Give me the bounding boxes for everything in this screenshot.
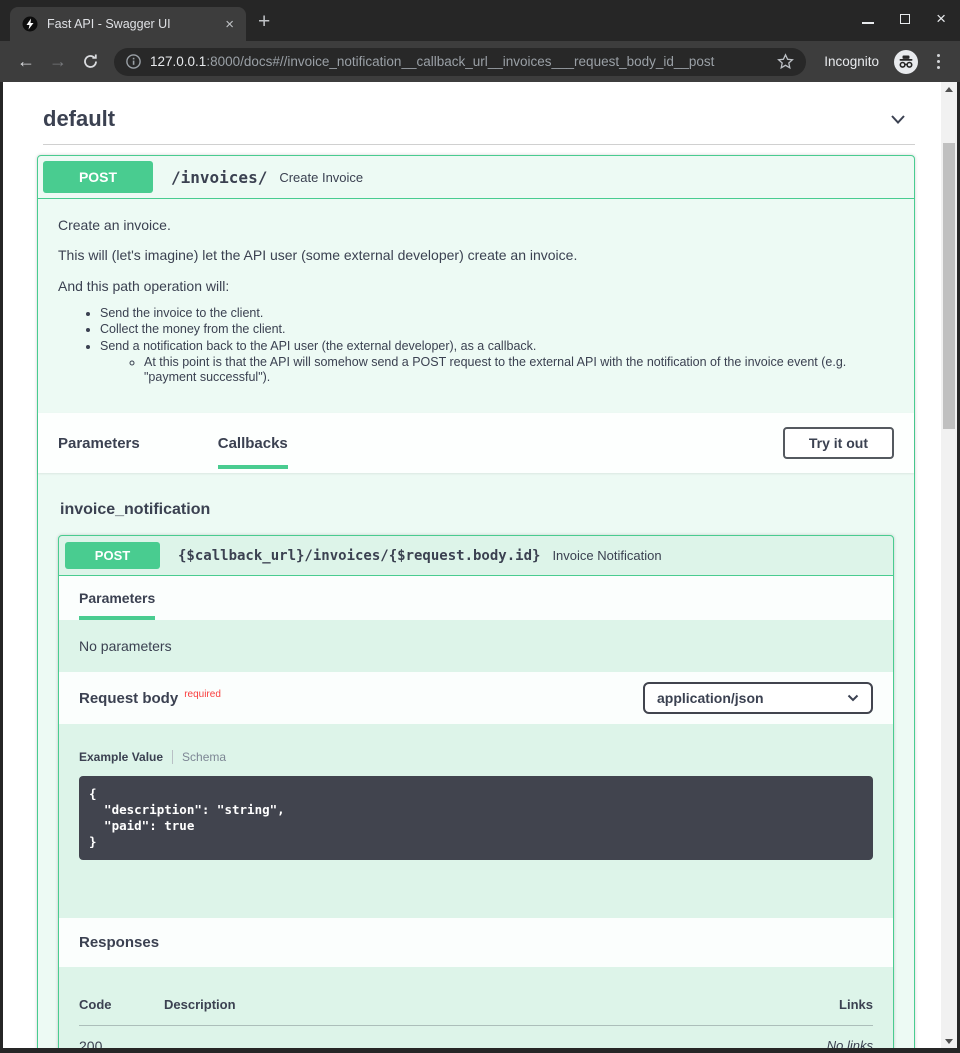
content-type-value: application/json — [657, 690, 764, 706]
tab-callbacks[interactable]: Callbacks — [218, 435, 288, 452]
callback-name: invoice_notification — [60, 501, 894, 519]
no-parameters-text: No parameters — [59, 620, 893, 672]
scroll-down-arrow[interactable] — [941, 1034, 957, 1048]
operation-description: Create an invoice. This will (let's imag… — [38, 199, 914, 413]
url-bar[interactable]: 127.0.0.1:8000/docs#//invoice_notificati… — [114, 48, 806, 76]
response-links: No links — [827, 1038, 873, 1048]
tab-title: Fast API - Swagger UI — [47, 17, 212, 31]
forward-button[interactable]: → — [44, 48, 72, 76]
maximize-button[interactable] — [900, 14, 910, 24]
chevron-down-icon[interactable] — [887, 108, 909, 130]
list-item: At this point is that the API will someh… — [144, 355, 884, 385]
description-paragraph: Create an invoice. — [58, 215, 894, 235]
try-it-out-button[interactable]: Try it out — [783, 427, 894, 459]
callback-summary-text: Invoice Notification — [550, 548, 661, 563]
list-item: Collect the money from the client. — [100, 322, 894, 336]
operation-section-header: Parameters Callbacks Try it out — [38, 413, 914, 473]
tag-title: default — [43, 106, 115, 132]
incognito-label: Incognito — [824, 54, 879, 69]
callback-summary[interactable]: POST {$callback_url}/invoices/{$request.… — [59, 536, 893, 576]
new-tab-button[interactable]: + — [258, 10, 270, 34]
list-item: Send the invoice to the client. — [100, 306, 894, 320]
table-row: 200 Successful Response No links — [79, 1026, 873, 1048]
back-button[interactable]: ← — [12, 48, 40, 76]
request-body-header: Request body required application/json — [59, 672, 893, 724]
model-example-section: Example Value Schema { "description": "s… — [59, 724, 893, 918]
responses-table-head: Code Description Links — [79, 997, 873, 1026]
required-flag: required — [184, 689, 221, 700]
tag-divider — [43, 144, 915, 145]
tab-parameters-active[interactable]: Parameters — [79, 590, 155, 620]
scroll-up-arrow[interactable] — [941, 82, 957, 96]
callback-operation-block: POST {$callback_url}/invoices/{$request.… — [58, 535, 894, 1048]
window-controls: × — [862, 10, 946, 27]
request-body-label: Request body — [79, 690, 178, 707]
example-tabs: Example Value Schema — [79, 750, 873, 764]
method-badge: POST — [65, 542, 160, 569]
content-type-select[interactable]: application/json — [643, 682, 873, 714]
responses-header: Responses — [59, 918, 893, 967]
tab-strip: Fast API - Swagger UI × + × — [0, 0, 960, 41]
operation-summary[interactable]: POST /invoices/ Create Invoice — [38, 156, 914, 199]
page-scrollbar[interactable] — [941, 82, 957, 1048]
column-description: Description — [164, 997, 839, 1012]
url-text[interactable]: 127.0.0.1:8000/docs#//invoice_notificati… — [150, 54, 768, 69]
description-list: Send the invoice to the client. Collect … — [58, 306, 894, 385]
response-code: 200 — [79, 1038, 164, 1048]
operation-summary-text: Create Invoice — [277, 170, 363, 185]
tab-separator — [172, 750, 173, 764]
column-code: Code — [79, 997, 164, 1012]
example-json-code: { "description": "string", "paid": true … — [79, 776, 873, 860]
parameters-header: Parameters — [59, 576, 893, 620]
select-chevron-icon — [847, 694, 859, 702]
tab-schema[interactable]: Schema — [182, 750, 226, 764]
scrollbar-thumb[interactable] — [943, 143, 955, 429]
tab-example-value[interactable]: Example Value — [79, 750, 163, 764]
favicon-bolt-icon — [22, 16, 38, 32]
list-item: Send a notification back to the API user… — [100, 339, 894, 385]
callbacks-body: invoice_notification POST {$callback_url… — [38, 473, 914, 1048]
url-path: :8000/docs#//invoice_notification__callb… — [206, 54, 714, 69]
callback-path: {$callback_url}/invoices/{$request.body.… — [170, 548, 540, 564]
operation-path: /invoices/ — [163, 168, 267, 187]
description-paragraph: And this path operation will: — [58, 276, 894, 296]
minimize-button[interactable] — [862, 22, 874, 24]
tab-parameters[interactable]: Parameters — [58, 435, 140, 452]
browser-menu-icon[interactable] — [929, 54, 948, 69]
info-icon[interactable] — [126, 54, 141, 69]
incognito-icon — [893, 49, 919, 75]
bookmark-star-icon[interactable] — [777, 53, 794, 70]
tag-section-header[interactable]: default — [37, 102, 915, 144]
swagger-page: default POST /invoices/ Create Invoice C… — [3, 82, 941, 1048]
close-window-button[interactable]: × — [936, 10, 946, 27]
method-badge: POST — [43, 161, 153, 193]
responses-table: Code Description Links 200 Successful Re… — [59, 967, 893, 1048]
tab-close-icon[interactable]: × — [221, 16, 238, 33]
browser-tab[interactable]: Fast API - Swagger UI × — [10, 7, 246, 41]
operation-block: POST /invoices/ Create Invoice Create an… — [37, 155, 915, 1048]
description-sublist: At this point is that the API will someh… — [100, 355, 894, 385]
browser-toolbar: ← → 127.0.0.1:8000/docs#//invoice_notifi… — [0, 41, 960, 82]
description-paragraph: This will (let's imagine) let the API us… — [58, 245, 894, 265]
column-links: Links — [839, 997, 873, 1012]
reload-button[interactable] — [76, 48, 104, 76]
browser-window: Fast API - Swagger UI × + × ← → 127.0.0.… — [0, 0, 960, 1053]
url-host: 127.0.0.1 — [150, 54, 206, 69]
